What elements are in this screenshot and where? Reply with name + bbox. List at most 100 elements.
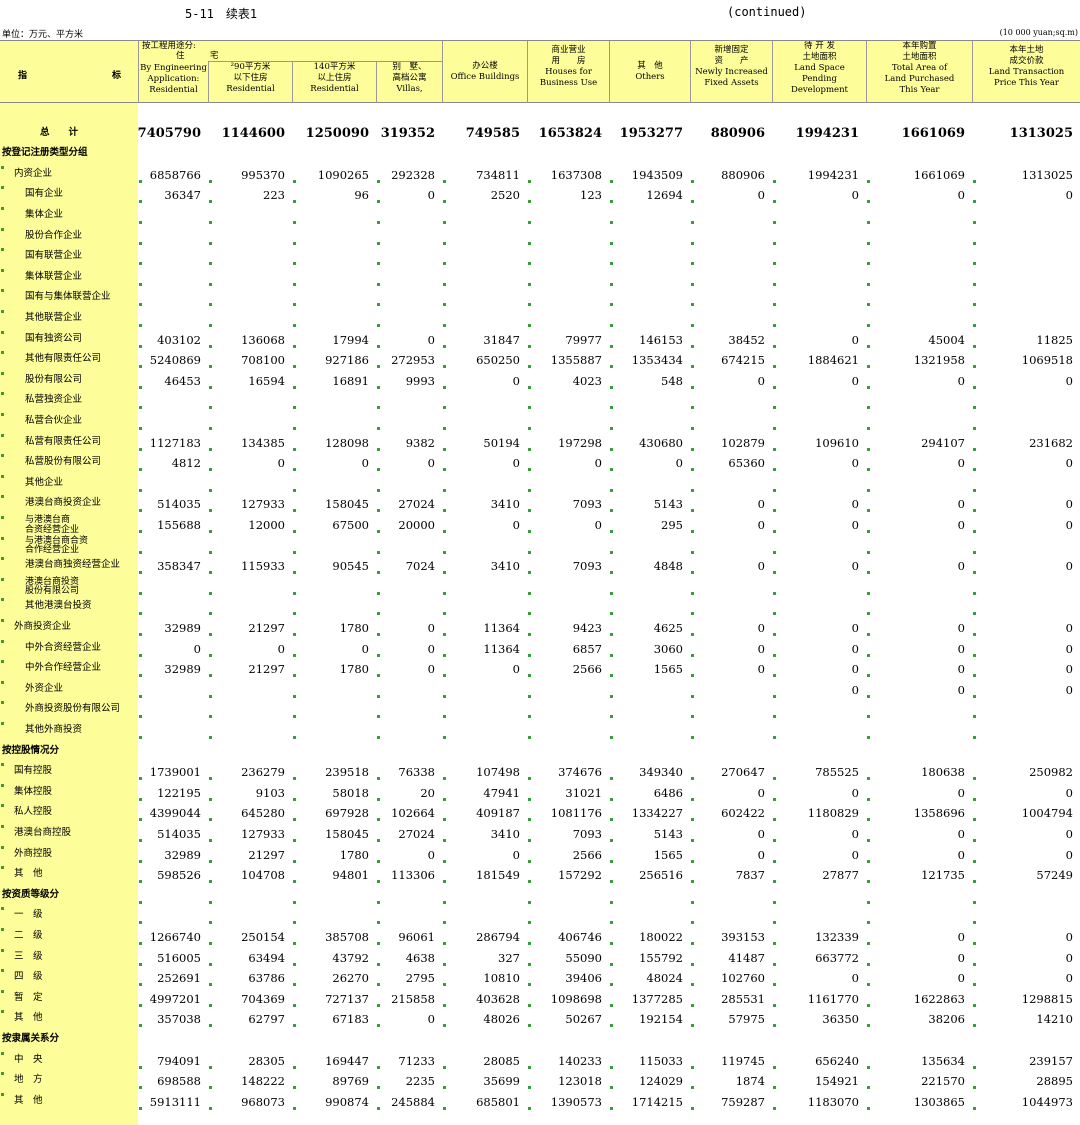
cell-marker: [973, 1086, 976, 1090]
cell-value: 1183070: [807, 1094, 859, 1109]
cell-marker: [528, 262, 531, 266]
cell-marker: [973, 509, 976, 513]
cell-marker: [528, 674, 531, 678]
table-header: 指 标 按工程用途分: 住 宅 By Engineering Application:…: [0, 40, 1080, 103]
cell-marker: [773, 612, 776, 616]
row-label: 其他联营企业: [25, 312, 83, 323]
cell-marker: [867, 488, 870, 492]
cell-marker: [528, 509, 531, 513]
cell-value: 0: [594, 456, 602, 471]
cell-marker: [528, 468, 531, 472]
cell-marker: [139, 1065, 142, 1069]
cell-marker: [610, 303, 613, 307]
total-row: 总 计 7405790 1144600 1250090 319352 749585 1653…: [0, 124, 1080, 145]
cell-marker: [528, 612, 531, 616]
cell-value: 123: [580, 188, 602, 203]
cell-marker: [209, 900, 212, 904]
row-label: 二 级: [14, 930, 43, 941]
cell-value: 9993: [405, 373, 435, 388]
cell-marker: [773, 777, 776, 781]
cell-marker: [867, 839, 870, 842]
cell-marker: [443, 797, 446, 801]
cell-value: 0: [957, 950, 965, 965]
cell-value: 27024: [398, 497, 435, 512]
cell-value: 9382: [405, 435, 435, 450]
cell-value: 245884: [391, 1094, 435, 1109]
cell-value: 0: [1065, 373, 1073, 388]
cell-value: 968073: [241, 1094, 285, 1109]
cell-marker: [867, 1065, 870, 1069]
cell-marker: [867, 591, 870, 595]
cell-value: 119745: [721, 1053, 765, 1068]
cell-marker: [1, 969, 4, 973]
cell-marker: [610, 468, 613, 472]
cell-value: 1565: [653, 847, 683, 862]
row-label: 港澳台商独资经营企业: [25, 559, 121, 571]
cell-value: 685801: [476, 1094, 520, 1109]
total-value: 1313025: [1009, 125, 1073, 141]
cell-marker: [443, 818, 446, 822]
cell-marker: [139, 633, 142, 636]
cell-marker: [867, 530, 870, 533]
cell-value: 0: [957, 497, 965, 512]
cell-marker: [691, 797, 694, 801]
cell-marker: [528, 653, 531, 657]
cell-value: 192154: [639, 1012, 683, 1027]
cell-value: 0: [851, 456, 859, 471]
cell-value: 36347: [164, 188, 201, 203]
cell-value: 1994231: [807, 167, 859, 182]
cell-marker: [610, 200, 613, 204]
cell-value: 16891: [332, 373, 369, 388]
cell-marker: [1, 763, 4, 767]
header-col-line: Total Area of: [891, 63, 948, 73]
cell-marker: [610, 241, 613, 245]
cell-marker: [1, 392, 4, 396]
cell-marker: [773, 1024, 776, 1028]
cell-marker: [377, 365, 380, 369]
cell-marker: [973, 859, 976, 863]
table-row: 一 级: [0, 906, 1080, 927]
table-row: 集体控股 122195 9103 58018 20 47941 31021 6486 0 0 0 0: [0, 783, 1080, 804]
cell-marker: [293, 468, 296, 472]
cell-marker: [528, 715, 531, 719]
cell-value: 794091: [157, 1053, 201, 1068]
cell-marker: [443, 921, 446, 925]
cell-marker: [610, 777, 613, 781]
table-row: 集体联营企业: [0, 268, 1080, 289]
cell-marker: [867, 385, 870, 389]
cell-value: 128098: [325, 435, 369, 450]
header-col-8: 待 开 发土地面积 Land Space Pending Development: [772, 41, 866, 103]
cell-value: 0: [427, 641, 435, 656]
cell-marker: [691, 303, 694, 307]
cell-marker: [973, 1106, 976, 1110]
total-value: 7405790: [137, 125, 201, 141]
cell-marker: [1, 474, 4, 478]
cell-marker: [443, 179, 446, 183]
cell-marker: [973, 818, 976, 822]
cell-value: 1098698: [550, 991, 602, 1006]
cell-value: 7093: [572, 559, 602, 574]
cell-value: 0: [757, 497, 765, 512]
cell-value: 250982: [1029, 765, 1073, 780]
cell-value: 0: [851, 827, 859, 841]
cell-marker: [209, 880, 212, 884]
cell-value: 180638: [921, 765, 965, 780]
cell-marker: [139, 427, 142, 430]
cell-value: 1780: [339, 847, 369, 862]
row-label: 外商控股: [14, 847, 53, 859]
cell-value: 21297: [248, 847, 285, 862]
cell-value: 4812: [171, 456, 201, 471]
cell-marker: [773, 406, 776, 410]
header-index-a: 指: [18, 71, 28, 81]
cell-value: 102664: [391, 806, 435, 821]
cell-marker: [528, 983, 531, 987]
cell-value: 704369: [241, 991, 285, 1006]
cell-value: 0: [851, 373, 859, 388]
row-label: 中 央: [14, 1053, 43, 1065]
cell-value: 250154: [241, 930, 285, 944]
cell-value: 727137: [325, 991, 369, 1006]
cell-marker: [377, 447, 380, 451]
cell-marker: [528, 818, 531, 822]
cell-marker: [610, 653, 613, 657]
cell-value: 0: [757, 621, 765, 635]
